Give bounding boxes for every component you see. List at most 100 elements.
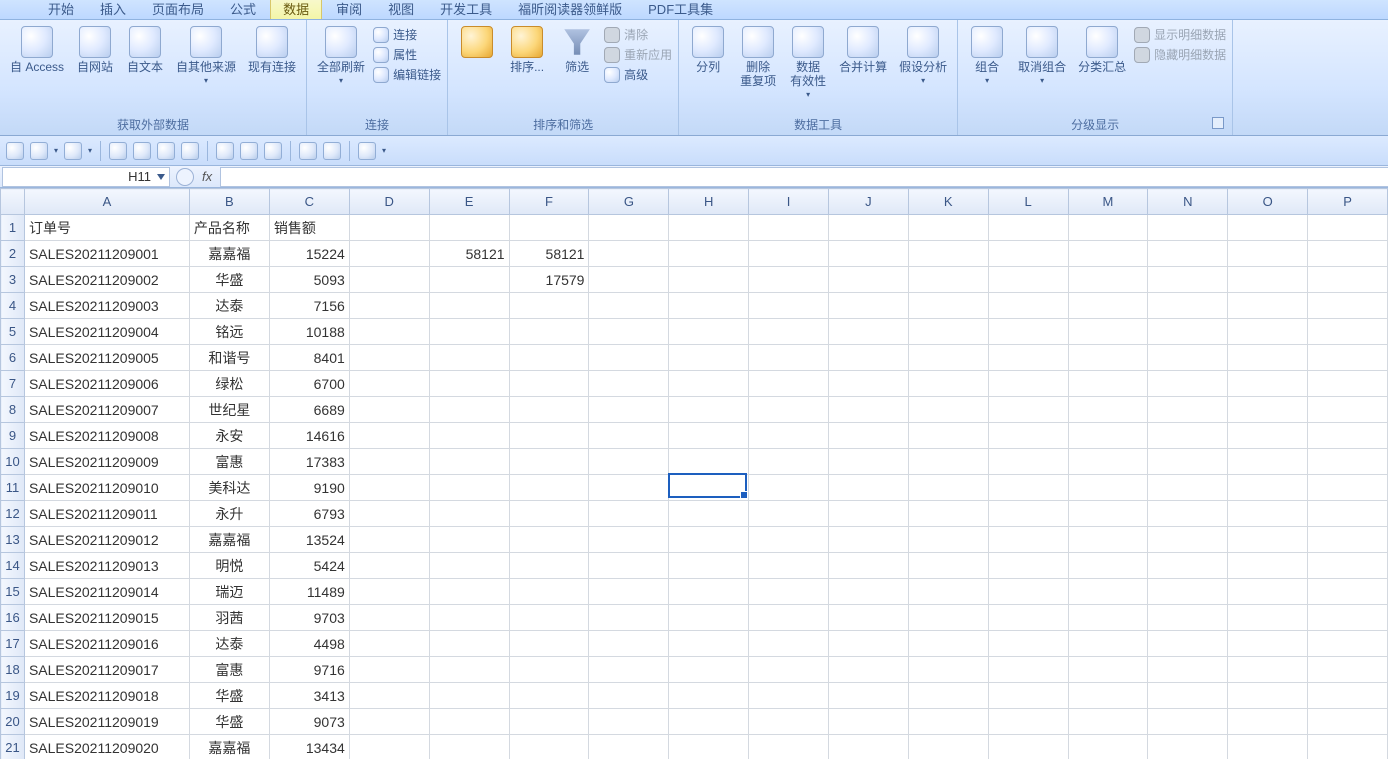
col-header-B[interactable]: B (189, 189, 269, 215)
cell[interactable] (1148, 241, 1228, 267)
cell[interactable]: 华盛 (189, 267, 269, 293)
sort-asc-button[interactable] (454, 24, 500, 62)
cell[interactable] (669, 423, 749, 449)
cell[interactable] (429, 527, 509, 553)
cell[interactable] (1148, 423, 1228, 449)
cell[interactable] (1228, 657, 1308, 683)
filter-button[interactable]: 筛选 (554, 24, 600, 76)
cell[interactable] (429, 371, 509, 397)
cell[interactable] (509, 371, 589, 397)
cell[interactable] (349, 241, 429, 267)
col-header-G[interactable]: G (589, 189, 669, 215)
row-header-11[interactable]: 11 (1, 475, 25, 501)
cell[interactable] (749, 345, 829, 371)
cell[interactable] (669, 397, 749, 423)
cell[interactable]: 美科达 (189, 475, 269, 501)
cell[interactable] (669, 293, 749, 319)
cell[interactable] (988, 501, 1068, 527)
from-other-button[interactable]: 自其他来源▾ (172, 24, 240, 90)
cell[interactable] (829, 293, 909, 319)
cell[interactable]: 嘉嘉福 (189, 527, 269, 553)
formula-input[interactable] (220, 167, 1388, 187)
cell[interactable]: SALES20211209005 (24, 345, 189, 371)
row-header-6[interactable]: 6 (1, 345, 25, 371)
cell[interactable] (988, 735, 1068, 759)
cell[interactable] (988, 553, 1068, 579)
cell[interactable] (988, 605, 1068, 631)
cell[interactable] (669, 657, 749, 683)
cell[interactable] (669, 475, 749, 501)
cell[interactable]: 14616 (269, 423, 349, 449)
qat-paste-button[interactable] (181, 142, 199, 160)
tab-数据[interactable]: 数据 (270, 0, 322, 19)
fx-icon[interactable]: fx (202, 169, 212, 184)
cell[interactable] (509, 215, 589, 241)
row-header-13[interactable]: 13 (1, 527, 25, 553)
col-header-H[interactable]: H (669, 189, 749, 215)
cell[interactable] (429, 449, 509, 475)
cell[interactable] (749, 241, 829, 267)
cell[interactable] (1068, 735, 1148, 759)
row-header-7[interactable]: 7 (1, 371, 25, 397)
cell[interactable] (988, 293, 1068, 319)
tab-插入[interactable]: 插入 (88, 0, 138, 19)
cell[interactable] (1308, 631, 1388, 657)
cell[interactable]: SALES20211209011 (24, 501, 189, 527)
cell[interactable] (1308, 345, 1388, 371)
cell[interactable]: 产品名称 (189, 215, 269, 241)
row-header-20[interactable]: 20 (1, 709, 25, 735)
tab-公式[interactable]: 公式 (218, 0, 268, 19)
cell[interactable]: 5093 (269, 267, 349, 293)
cell[interactable]: 订单号 (24, 215, 189, 241)
cell[interactable] (669, 683, 749, 709)
cell[interactable]: 9716 (269, 657, 349, 683)
cell[interactable] (349, 709, 429, 735)
cell[interactable] (829, 449, 909, 475)
cell[interactable] (1068, 267, 1148, 293)
cell[interactable] (349, 527, 429, 553)
cell[interactable]: SALES20211209017 (24, 657, 189, 683)
cell[interactable] (1228, 267, 1308, 293)
cell[interactable] (589, 293, 669, 319)
cell[interactable] (1228, 475, 1308, 501)
cell[interactable] (589, 449, 669, 475)
cell[interactable] (908, 267, 988, 293)
cell[interactable] (669, 605, 749, 631)
cell[interactable]: 6793 (269, 501, 349, 527)
cell[interactable] (1148, 449, 1228, 475)
row-header-14[interactable]: 14 (1, 553, 25, 579)
cell[interactable] (988, 267, 1068, 293)
cell[interactable] (829, 631, 909, 657)
cell[interactable] (1068, 371, 1148, 397)
cell[interactable] (908, 345, 988, 371)
cell[interactable] (1228, 293, 1308, 319)
cell[interactable] (908, 683, 988, 709)
cell[interactable] (988, 319, 1068, 345)
cell[interactable] (749, 527, 829, 553)
cell[interactable]: 瑞迈 (189, 579, 269, 605)
cell[interactable]: 富惠 (189, 449, 269, 475)
cell[interactable] (749, 683, 829, 709)
cell[interactable]: 58121 (429, 241, 509, 267)
cell[interactable]: 13524 (269, 527, 349, 553)
cell[interactable]: SALES20211209002 (24, 267, 189, 293)
cell[interactable] (829, 319, 909, 345)
cell[interactable] (749, 631, 829, 657)
cell[interactable] (1148, 709, 1228, 735)
cell[interactable] (1228, 215, 1308, 241)
cell[interactable] (988, 345, 1068, 371)
row-header-5[interactable]: 5 (1, 319, 25, 345)
cell[interactable] (1068, 345, 1148, 371)
cell[interactable] (1228, 735, 1308, 759)
cell[interactable]: 4498 (269, 631, 349, 657)
cell[interactable] (429, 735, 509, 759)
cell[interactable] (589, 319, 669, 345)
cell[interactable] (509, 709, 589, 735)
cell[interactable] (509, 605, 589, 631)
cell[interactable] (1228, 553, 1308, 579)
cell[interactable] (829, 683, 909, 709)
cell[interactable] (509, 735, 589, 759)
cell[interactable] (1228, 579, 1308, 605)
cell[interactable] (908, 215, 988, 241)
cell[interactable] (829, 241, 909, 267)
